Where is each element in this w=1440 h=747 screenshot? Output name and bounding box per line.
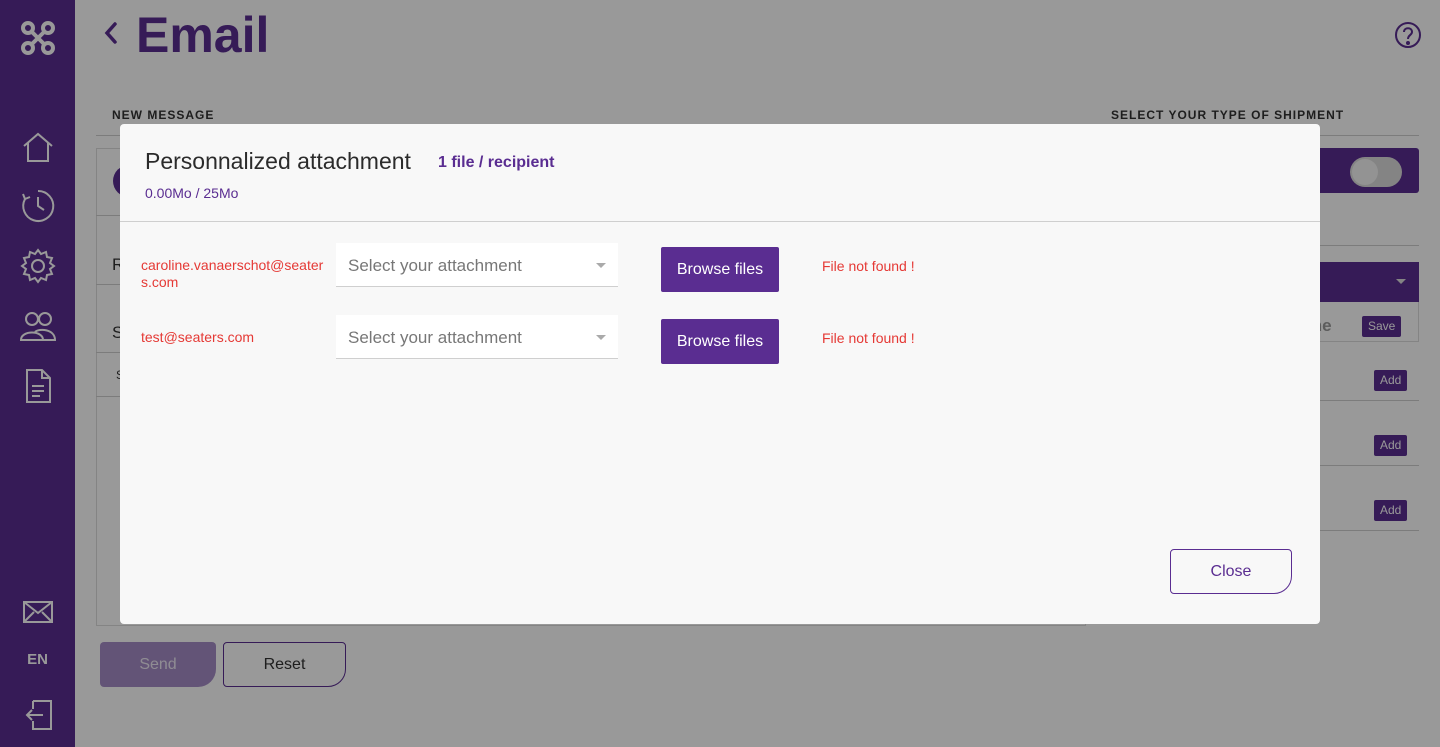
close-button[interactable]: Close — [1170, 549, 1292, 594]
attachment-select[interactable]: Select your attachment — [336, 315, 618, 359]
recipient-row: caroline.vanaerschot@seaters.com Select … — [120, 242, 1320, 292]
recipient-email: caroline.vanaerschot@seaters.com — [141, 257, 324, 290]
chevron-down-icon — [596, 263, 606, 268]
attachment-modal: Personnalized attachment 1 file / recipi… — [120, 124, 1320, 624]
modal-title: Personnalized attachment — [145, 148, 411, 174]
browse-files-button[interactable]: Browse files — [661, 247, 779, 292]
size-counter: 0.00Mo / 25Mo — [145, 185, 239, 201]
attachment-select[interactable]: Select your attachment — [336, 243, 618, 287]
select-placeholder: Select your attachment — [348, 256, 522, 275]
chevron-down-icon — [596, 335, 606, 340]
select-placeholder: Select your attachment — [348, 328, 522, 347]
modal-subtitle: 1 file / recipient — [438, 154, 555, 171]
error-message: File not found ! — [822, 330, 915, 346]
recipient-email: test@seaters.com — [141, 329, 255, 345]
recipient-row: test@seaters.com Select your attachment … — [120, 314, 1320, 364]
browse-files-button[interactable]: Browse files — [661, 319, 779, 364]
error-message: File not found ! — [822, 258, 915, 274]
modal-divider — [120, 221, 1320, 222]
